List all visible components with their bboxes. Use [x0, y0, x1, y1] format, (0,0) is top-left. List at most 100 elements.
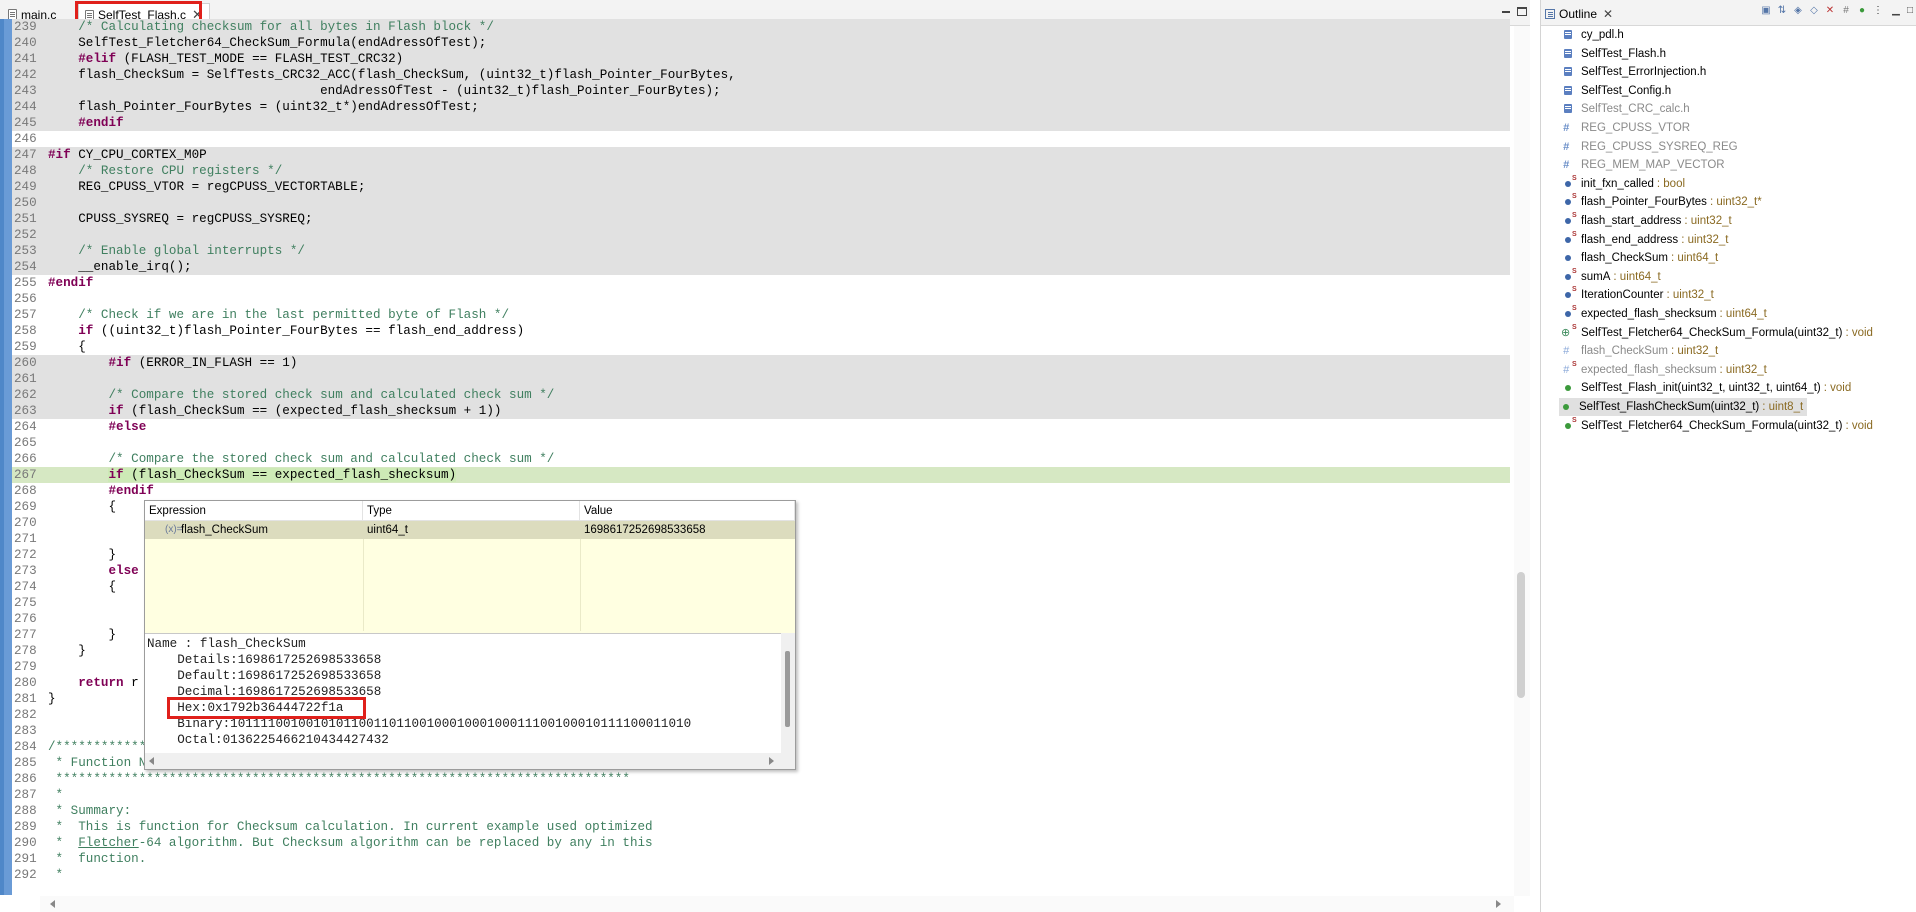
code-line[interactable]: 261 — [12, 371, 1510, 387]
code-line[interactable]: 247 #if CY_CPU_CORTEX_M0P — [12, 147, 1510, 163]
code-line[interactable]: 259 { — [12, 339, 1510, 355]
outline-item[interactable]: cy_pdl.h — [1561, 26, 1624, 44]
code-line[interactable]: 287 * — [12, 787, 1510, 803]
line-number: 281 — [14, 692, 37, 706]
code-line[interactable]: 292 * — [12, 867, 1510, 883]
maximize-icon[interactable] — [1517, 7, 1527, 16]
outline-item[interactable]: SelfTest_Fletcher64_CheckSum_Formula(uin… — [1561, 414, 1873, 435]
maximize-icon[interactable]: □ — [1905, 6, 1915, 16]
minimize-icon[interactable] — [1500, 5, 1512, 17]
hide-static-icon[interactable]: ◇ — [1809, 6, 1819, 16]
code-line[interactable]: 288 * Summary: — [12, 803, 1510, 819]
outline-item[interactable]: expected_flash_shecksum: uint64_t — [1561, 302, 1767, 323]
outline-item[interactable]: SelfTest_Fletcher64_CheckSum_Formula(uin… — [1561, 321, 1873, 342]
outline-item[interactable]: SelfTest_CRC_calc.h — [1561, 100, 1690, 118]
code-line[interactable]: 241 #elif (FLASH_TEST_MODE == FLASH_TEST… — [12, 51, 1510, 67]
code-line[interactable]: 252 — [12, 227, 1510, 243]
code-line[interactable]: 250 — [12, 195, 1510, 211]
close-icon[interactable]: ✕ — [1603, 7, 1613, 21]
line-number: 242 — [14, 68, 37, 82]
code-line[interactable]: 258 if ((uint32_t)flash_Pointer_FourByte… — [12, 323, 1510, 339]
tab-outline[interactable]: Outline ✕ — [1545, 4, 1613, 24]
column-header-expression[interactable]: Expression — [145, 501, 363, 521]
outline-item[interactable]: flash_end_address: uint32_t — [1561, 228, 1729, 249]
code-line[interactable]: 289 * This is function for Checksum calc… — [12, 819, 1510, 835]
code-line[interactable]: 256 — [12, 291, 1510, 307]
code-line[interactable]: 249 REG_CPUSS_VTOR = regCPUSS_VECTORTABL… — [12, 179, 1510, 195]
code-line[interactable]: 245 #endif — [12, 115, 1510, 131]
hide-nonpublic-icon[interactable]: ✕ — [1825, 6, 1835, 16]
variable-icon: (x)= — [165, 524, 183, 535]
collapse-all-icon[interactable]: ▣ — [1761, 6, 1771, 16]
link-editor-icon[interactable]: ● — [1857, 6, 1867, 16]
code-line[interactable]: 254 __enable_irq(); — [12, 259, 1510, 275]
outline-item[interactable]: flash_CheckSum: uint64_t — [1561, 249, 1718, 267]
outline-item-type: : void — [1845, 419, 1873, 432]
code-line[interactable]: 243 endAdressOfTest - (uint32_t)flash_Po… — [12, 83, 1510, 99]
sort-icon[interactable]: ⇅ — [1777, 6, 1787, 16]
code-line[interactable]: 291 * function. — [12, 851, 1510, 867]
view-menu-icon[interactable]: ⋮ — [1873, 6, 1883, 16]
line-number: 245 — [14, 116, 37, 130]
code-line[interactable]: 248 /* Restore CPU registers */ — [12, 163, 1510, 179]
hide-macros-icon[interactable]: # — [1841, 6, 1851, 16]
outline-item[interactable]: flash_start_address: uint32_t — [1561, 209, 1732, 230]
code-line[interactable]: 286 ************************************… — [12, 771, 1510, 787]
scroll-left-icon[interactable] — [50, 900, 55, 908]
code-line[interactable]: 240 SelfTest_Fletcher64_CheckSum_Formula… — [12, 35, 1510, 51]
outline-item[interactable]: SelfTest_Config.h — [1561, 82, 1671, 100]
minimize-icon[interactable]: ▁ — [1891, 6, 1901, 16]
code-line[interactable]: 265 — [12, 435, 1510, 451]
outline-item[interactable]: REG_CPUSS_SYSREQ_REG — [1561, 138, 1738, 156]
code-line[interactable]: 246 — [12, 131, 1510, 147]
details-horizontal-scrollbar[interactable] — [145, 753, 795, 769]
scroll-left-icon[interactable] — [149, 757, 154, 765]
scroll-right-icon[interactable] — [769, 757, 774, 765]
outline-item[interactable]: SelfTest_ErrorInjection.h — [1561, 63, 1706, 81]
outline-item[interactable]: REG_CPUSS_VTOR — [1561, 119, 1690, 137]
details-scroll-thumb[interactable] — [785, 651, 790, 727]
outline-item[interactable]: IterationCounter: uint32_t — [1561, 283, 1714, 304]
code-line[interactable]: 255 #endif — [12, 275, 1510, 291]
outline-title: Outline — [1559, 7, 1598, 21]
line-number: 253 — [14, 244, 37, 258]
code-line[interactable]: 244 flash_Pointer_FourBytes = (uint32_t*… — [12, 99, 1510, 115]
outline-item[interactable]: init_fxn_called: bool — [1561, 172, 1685, 193]
editor-horizontal-scrollbar[interactable] — [40, 896, 1514, 912]
code-line[interactable]: 260 #if (ERROR_IN_FLASH == 1) — [12, 355, 1510, 371]
table-row[interactable]: (x)= flash_CheckSum uint64_t 16986172526… — [145, 521, 795, 539]
code-line[interactable]: 266 /* Compare the stored check sum and … — [12, 451, 1510, 467]
outline-item-name: flash_Pointer_FourBytes — [1581, 196, 1707, 209]
code-line[interactable]: 290 * Fletcher-64 algorithm. But Checksu… — [12, 835, 1510, 851]
outline-item[interactable]: SelfTest_FlashCheckSum(uint32_t): uint8_… — [1559, 398, 1808, 416]
column-header-value[interactable]: Value — [580, 501, 795, 521]
line-number: 273 — [14, 564, 37, 578]
code-line[interactable]: 263 if (flash_CheckSum == (expected_flas… — [12, 403, 1510, 419]
outline-item[interactable]: REG_MEM_MAP_VECTOR — [1561, 156, 1725, 174]
include-icon — [1561, 47, 1575, 61]
variable-icon — [1561, 172, 1577, 191]
scroll-right-icon[interactable] — [1496, 900, 1501, 908]
outline-item[interactable]: flash_CheckSum: uint32_t — [1561, 342, 1718, 360]
code-line[interactable]: 262 /* Compare the stored check sum and … — [12, 387, 1510, 403]
outline-item-type: : uint32_t — [1719, 363, 1767, 376]
editor-scroll-thumb[interactable] — [1517, 572, 1525, 698]
details-pane: Name : flash_CheckSum Details:1698617252… — [145, 633, 781, 753]
editor-vertical-scrollbar[interactable] — [1514, 26, 1530, 896]
column-header-type[interactable]: Type — [363, 501, 580, 521]
code-line[interactable]: 242 flash_CheckSum = SelfTests_CRC32_ACC… — [12, 67, 1510, 83]
code-line[interactable]: 253 /* Enable global interrupts */ — [12, 243, 1510, 259]
outline-item[interactable]: SelfTest_Flash_init(uint32_t, uint32_t, … — [1561, 379, 1851, 397]
code-line[interactable]: 239 /* Calculating checksum for all byte… — [12, 19, 1510, 35]
outline-item[interactable]: SelfTest_Flash.h — [1561, 45, 1666, 63]
function-icon — [1561, 381, 1575, 395]
hide-fields-icon[interactable]: ◈ — [1793, 6, 1803, 16]
code-line[interactable]: 257 /* Check if we are in the last permi… — [12, 307, 1510, 323]
outline-item[interactable]: flash_Pointer_FourBytes: uint32_t* — [1561, 190, 1762, 211]
outline-item[interactable]: expected_flash_shecksum: uint32_t — [1561, 358, 1767, 379]
code-line[interactable]: 264 #else — [12, 419, 1510, 435]
code-line[interactable]: 268 #endif — [12, 483, 1510, 499]
code-line[interactable]: 251 CPUSS_SYSREQ = regCPUSS_SYSREQ; — [12, 211, 1510, 227]
line-number: 257 — [14, 308, 37, 322]
code-line[interactable]: 267 if (flash_CheckSum == expected_flash… — [12, 467, 1510, 483]
